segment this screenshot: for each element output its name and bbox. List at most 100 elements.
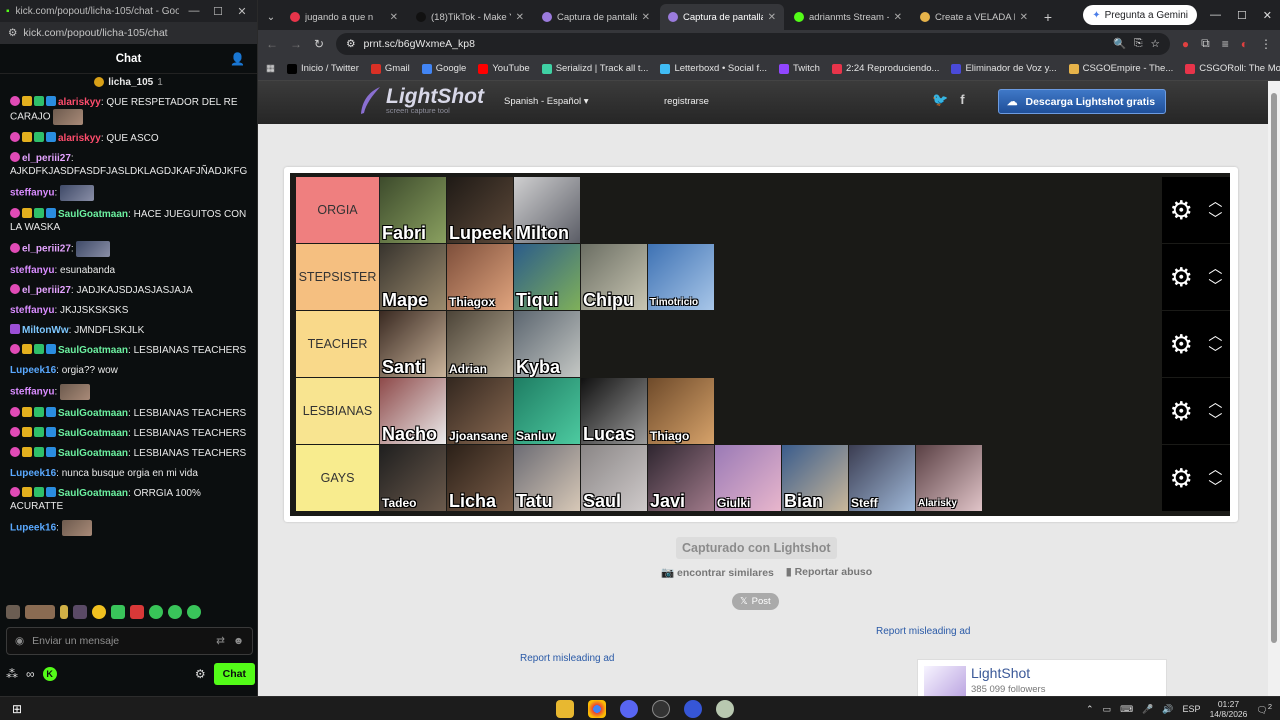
chevron-down-icon[interactable]: ﹀ (1208, 413, 1222, 427)
chat-username[interactable]: alariskyy (58, 133, 101, 144)
register-link[interactable]: registrarse (664, 96, 709, 107)
network-icon[interactable]: ⌨ (1120, 704, 1133, 715)
battle-net-icon[interactable] (684, 700, 702, 718)
windows-start-icon[interactable]: ⊞ (0, 702, 34, 716)
app-icon[interactable] (716, 700, 734, 718)
back-icon[interactable]: ← (266, 37, 278, 51)
emote-icon[interactable] (187, 605, 201, 619)
browser-tab[interactable]: Captura de pantalla ✕ (534, 4, 658, 30)
language-select[interactable]: Spanish - Español ▾ (504, 96, 589, 107)
close-tab-icon[interactable]: ✕ (1020, 12, 1028, 23)
chat-username[interactable]: el_periii27 (22, 244, 71, 255)
emote-icon[interactable] (25, 605, 55, 619)
close-tab-icon[interactable]: ✕ (516, 12, 524, 23)
x-post-button[interactable]: 𝕏 Post (732, 593, 779, 610)
emote-icon[interactable] (130, 605, 144, 619)
badge-icon[interactable] (10, 208, 20, 218)
tab-search-icon[interactable]: ⌄ (262, 4, 280, 30)
screenshot-image[interactable]: ORGIA Fabri Lupeek Milton ⚙ ︿ ﹀ STEPSISTER Mape T… (284, 167, 1238, 522)
bookmark-item[interactable]: Inicio / Twitter (286, 63, 359, 74)
badge-icon[interactable] (10, 96, 20, 106)
chat-username[interactable]: MiltonWw (22, 325, 69, 336)
chat-message[interactable]: alariskyy: QUE RESPETADOR DEL RE CARAJO (10, 96, 248, 125)
tier-tile[interactable]: Mape (380, 244, 446, 310)
bookmark-item[interactable]: Serializd | Track all t... (541, 63, 648, 74)
badge-icon[interactable] (10, 152, 20, 162)
notification-icon[interactable]: 🗨2 (1256, 702, 1272, 716)
chat-username[interactable]: steffanyu (10, 188, 54, 199)
tier-settings-gear-icon[interactable]: ⚙ (1170, 463, 1193, 494)
emote-icon[interactable] (73, 605, 87, 619)
badge-icon[interactable] (10, 447, 20, 457)
chat-message[interactable]: MiltonWw: JMNDFLSKJLK (10, 324, 248, 337)
chat-username[interactable]: steffanyu (10, 305, 54, 316)
menu-icon[interactable]: ⋮ (1260, 37, 1272, 51)
bookmark-item[interactable]: CSGOEmpire - The... (1068, 63, 1173, 74)
chat-message[interactable]: Lupeek16: (10, 520, 248, 536)
chat-message[interactable]: Lupeek16: orgia?? wow (10, 364, 248, 377)
badge-icon[interactable] (46, 132, 56, 142)
profile-icon[interactable]: ◐ (1241, 37, 1248, 51)
lightshot-logo[interactable]: LightShot screen capture tool (358, 86, 484, 116)
chat-message[interactable]: el_periii27: (10, 241, 248, 257)
emote-icon[interactable] (111, 605, 125, 619)
tray-chevron-icon[interactable]: ⌃ (1086, 704, 1094, 715)
share-icon[interactable]: ⁂ (6, 667, 18, 681)
close-icon[interactable]: ✕ (233, 5, 251, 18)
badge-icon[interactable] (10, 487, 20, 497)
bookmark-star-icon[interactable]: ☆ (1150, 38, 1159, 50)
microphone-icon[interactable]: 🎤 (1142, 704, 1153, 715)
chat-message[interactable]: SaulGoatmaan: LESBIANAS TEACHERS (10, 344, 248, 357)
tier-tile[interactable]: Jjoansane (447, 378, 513, 444)
emote-icon[interactable] (168, 605, 182, 619)
monitor-icon[interactable]: ▭ (1103, 704, 1112, 715)
badge-icon[interactable] (10, 344, 20, 354)
emote-icon[interactable] (6, 605, 20, 619)
browser-tab[interactable]: jugando a que n ✕ (282, 4, 406, 30)
badge-icon[interactable] (22, 96, 32, 106)
infinity-icon[interactable]: ∞ (26, 667, 35, 681)
tier-label[interactable]: GAYS (296, 445, 380, 511)
minimize-icon[interactable]: — (185, 5, 203, 17)
send-chat-button[interactable]: Chat (213, 663, 255, 685)
tier-tile[interactable]: Javi (648, 445, 714, 511)
chat-username[interactable]: SaulGoatmaan (58, 408, 128, 419)
facebook-icon[interactable]: f (960, 92, 964, 108)
tier-label[interactable]: LESBIANAS (296, 378, 380, 444)
badge-icon[interactable] (10, 427, 20, 437)
emote-image[interactable] (60, 185, 95, 201)
site-info-icon[interactable]: ⚙ (346, 38, 355, 50)
chevron-down-icon[interactable]: ﹀ (1208, 480, 1222, 494)
chat-username[interactable]: SaulGoatmaan (58, 428, 128, 439)
bookmark-item[interactable]: Twitch (779, 63, 820, 74)
chat-username[interactable]: steffanyu (10, 265, 54, 276)
emote-image[interactable] (60, 384, 91, 400)
chat-messages[interactable]: alariskyy: QUE RESPETADOR DEL RE CARAJO … (0, 96, 256, 598)
close-tab-icon[interactable]: ✕ (642, 12, 650, 23)
tier-tile[interactable]: Adrian (447, 311, 513, 377)
bookmark-item[interactable]: Eliminador de Voz y... (951, 63, 1057, 74)
tier-tile[interactable]: Nacho (380, 378, 446, 444)
tier-tile[interactable]: Steff (849, 445, 915, 511)
bookmark-item[interactable]: Letterboxd • Social f... (660, 63, 767, 74)
chat-username[interactable]: el_periii27 (22, 285, 71, 296)
discord-icon[interactable] (620, 700, 638, 718)
tier-label[interactable]: ORGIA (296, 177, 380, 243)
badge-icon[interactable] (10, 132, 20, 142)
clock[interactable]: 01:27 14/8/2026 (1210, 699, 1248, 719)
chevron-up-icon[interactable]: ︿ (1208, 261, 1222, 275)
pinned-bar[interactable]: licha_105 1 (0, 74, 257, 90)
badge-icon[interactable] (34, 344, 44, 354)
tier-settings-gear-icon[interactable]: ⚙ (1170, 396, 1193, 427)
tier-tile[interactable]: Giulki (715, 445, 781, 511)
badge-icon[interactable] (46, 447, 56, 457)
bookmark-item[interactable]: YouTube (478, 63, 530, 74)
tier-tile[interactable]: Sanluv (514, 378, 580, 444)
chat-username[interactable]: SaulGoatmaan (58, 448, 128, 459)
badge-icon[interactable] (22, 208, 32, 218)
kick-url-bar[interactable]: ⚙ kick.com/popout/licha-105/chat (0, 22, 257, 44)
chat-message[interactable]: el_periii27: JADJKAJSDJASJASJAJA (10, 284, 248, 297)
language-indicator[interactable]: ESP (1183, 704, 1201, 714)
extension-badge-icon[interactable]: ● (1182, 37, 1189, 51)
apps-grid-icon[interactable]: ▦ (266, 63, 275, 74)
